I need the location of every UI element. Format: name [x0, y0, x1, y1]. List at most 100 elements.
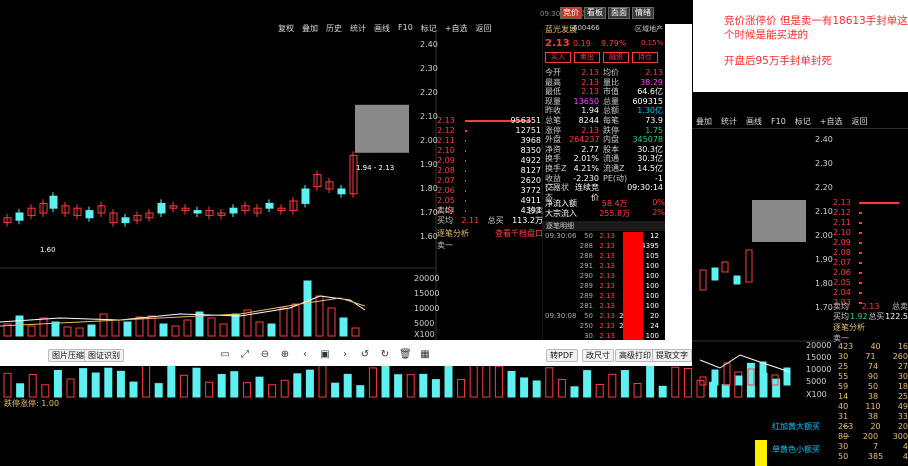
bg-trade-analysis-tab[interactable]: 逐笔分析	[833, 322, 908, 333]
fg-top-tab[interactable]: 看板	[584, 7, 606, 19]
next-icon[interactable]: ›	[339, 349, 351, 361]
fg-orderbook-price: 2.10	[437, 146, 455, 155]
monitor-icon[interactable]: ▭	[219, 349, 231, 361]
fg-orderbook-volume: 8127	[520, 166, 541, 175]
fg-volume-bar	[219, 323, 228, 337]
bg-toolbar-item[interactable]: 标记	[795, 116, 811, 127]
prev-icon[interactable]: ‹	[299, 349, 311, 361]
trade-actions: 买入 卖出 融资 持仓	[545, 52, 658, 63]
slideshow-icon[interactable]: ▣	[319, 349, 331, 361]
fg-toolbar-item[interactable]: +自选	[445, 23, 468, 34]
bg-volume-bar	[406, 374, 415, 398]
bg-price-tick: 2.40	[815, 135, 833, 144]
bg-volume-bar	[3, 372, 12, 398]
bg-tick-row: 14 38 25	[838, 392, 908, 402]
quote-value: 1.94	[581, 106, 599, 116]
bg-price-tick: 1.70	[815, 303, 833, 312]
fg-volume-bar	[63, 326, 72, 337]
bg-ellipsis-2: ...	[842, 430, 850, 439]
bg-volume-bar	[16, 383, 25, 398]
trade-action-button[interactable]: 融资	[603, 52, 629, 63]
trade-action-button[interactable]: 持仓	[632, 52, 658, 63]
bg-volume-bar	[646, 361, 655, 398]
bg-toolbar-item[interactable]: 画线	[746, 116, 762, 127]
bg-orderbook-price: 2.09	[833, 238, 851, 247]
bg-tick-cell: 40	[838, 402, 849, 411]
viewer-right-button[interactable]: 高级打印	[615, 349, 655, 362]
fg-top-tab[interactable]: 情绪	[632, 7, 654, 19]
viewer-side-margin	[665, 24, 692, 340]
delete-icon[interactable]: 🗑	[399, 349, 412, 361]
bg-toolbar-item[interactable]: 返回	[851, 116, 867, 127]
bg-orderbook-row: 2.10	[833, 228, 908, 238]
bg-total-buy-value: 122.5	[885, 312, 908, 321]
fg-toolbar-item[interactable]: 叠加	[302, 23, 318, 34]
fg-toolbar-item[interactable]: 画线	[374, 23, 390, 34]
fit-icon[interactable]: ⤢	[239, 349, 251, 361]
bg-volume-bar	[557, 379, 566, 398]
bg-toolbar-item[interactable]: 统计	[721, 116, 737, 127]
quote-row: 净资 2.77 股本 30.3亿	[545, 145, 665, 155]
trade-action-button[interactable]: 买入	[545, 52, 571, 63]
bg-orderbook-bar	[859, 222, 862, 224]
zoom-in-icon[interactable]: ⊕	[279, 349, 291, 361]
quote-row: 换手 2.01% 流通 30.3亿	[545, 154, 665, 164]
bg-orderbook-bar	[859, 202, 899, 204]
bg-toolbar-item[interactable]: +自选	[820, 116, 843, 127]
fg-toolbar-item[interactable]: F10	[398, 23, 413, 34]
bg-tick-cell: 4	[902, 452, 908, 461]
viewer-left-button[interactable]: 图片压缩	[48, 349, 88, 362]
fg-trade-analysis-tab[interactable]: 逐笔分析	[437, 228, 469, 239]
tick-price: 2.13	[599, 282, 615, 290]
fg-toolbar-item[interactable]: 复权	[278, 23, 294, 34]
tick-row: 2892.13100100	[543, 291, 665, 301]
tick-row: 2502.13250024	[543, 321, 665, 331]
fg-price-tick: 1.80	[420, 184, 438, 193]
fg-toolbar-item[interactable]: 返回	[475, 23, 491, 34]
background-chart-toolbar: 叠加 统计 画线 F10 标记 +自选 返回	[692, 115, 908, 129]
screenshot-content: 1.94 - 2.131.60 09:30:14 周四 竞价看板面面情绪 复权叠…	[0, 0, 692, 340]
viewer-right-button[interactable]: 提取文字	[652, 349, 692, 362]
trade-action-button[interactable]: 卖出	[574, 52, 600, 63]
gallery-icon[interactable]: ▦	[419, 349, 431, 361]
quote-key-2: 量比	[603, 77, 619, 87]
rotate-right-icon[interactable]: ↻	[379, 349, 391, 361]
fg-orderbook-bar	[465, 170, 466, 172]
fg-toolbar-item[interactable]: 历史	[326, 23, 342, 34]
bg-toolbar-item[interactable]: F10	[771, 117, 786, 126]
fg-top-tab[interactable]: 竞价	[560, 7, 582, 19]
bg-toolbar-item[interactable]: 叠加	[696, 116, 712, 127]
tick-seq: 50	[584, 232, 593, 240]
rotate-left-icon[interactable]: ↺	[359, 349, 371, 361]
viewer-right-button[interactable]: 改尺寸	[582, 349, 614, 362]
tick-seq: 281	[579, 302, 593, 310]
fg-price-tick: 1.60	[420, 232, 438, 241]
quote-key-2: 流通Z	[603, 163, 625, 173]
bg-volume-bar	[142, 360, 151, 398]
quote-value: 4.21%	[573, 163, 599, 173]
quote-key-2: 市值	[603, 87, 619, 97]
bg-orderbook-row: 2.13	[833, 198, 908, 208]
fg-volume-tick: 5000	[414, 319, 435, 328]
fg-orderbook: 2.13 956351 2.12 12751 2.11 3968 2.10 8350 2.09 4…	[437, 116, 543, 216]
tick-row: 2882.13500105	[543, 251, 665, 261]
tick-detail-header[interactable]: 逐笔明细	[543, 221, 665, 231]
fg-orderbook-bar	[465, 130, 467, 132]
quote-row: 外盘 264237 内盘 345078	[545, 135, 665, 145]
sector-name[interactable]: 区域地产	[635, 24, 663, 34]
bg-volume-bar	[343, 373, 352, 398]
fg-orderbook-price: 2.06	[437, 186, 455, 195]
viewer-right-button[interactable]: 转PDF	[546, 349, 578, 362]
tick-seq: 289	[579, 292, 593, 300]
viewer-left-button[interactable]: 图证识别	[84, 349, 124, 362]
zoom-out-icon[interactable]: ⊖	[259, 349, 271, 361]
quote-value-2: 609315	[632, 96, 663, 106]
fg-candle-body	[301, 188, 310, 204]
fg-depth-view-link[interactable]: 查看千档盘口	[495, 228, 543, 239]
fg-top-tab[interactable]: 面面	[608, 7, 630, 19]
bg-volume-bar	[633, 382, 642, 398]
fg-toolbar-item[interactable]: 统计	[350, 23, 366, 34]
viewer-toolbar: 图片压缩 图证识别 ▭ ⤢ ⊖ ⊕ ‹ ▣ › ↺ ↻ 🗑 ▦ 转PDF 改尺寸 高级打印 提取文字	[0, 344, 692, 366]
bg-orderbook-bar	[859, 232, 862, 234]
bg-total-buy-label: 总买	[868, 312, 885, 321]
